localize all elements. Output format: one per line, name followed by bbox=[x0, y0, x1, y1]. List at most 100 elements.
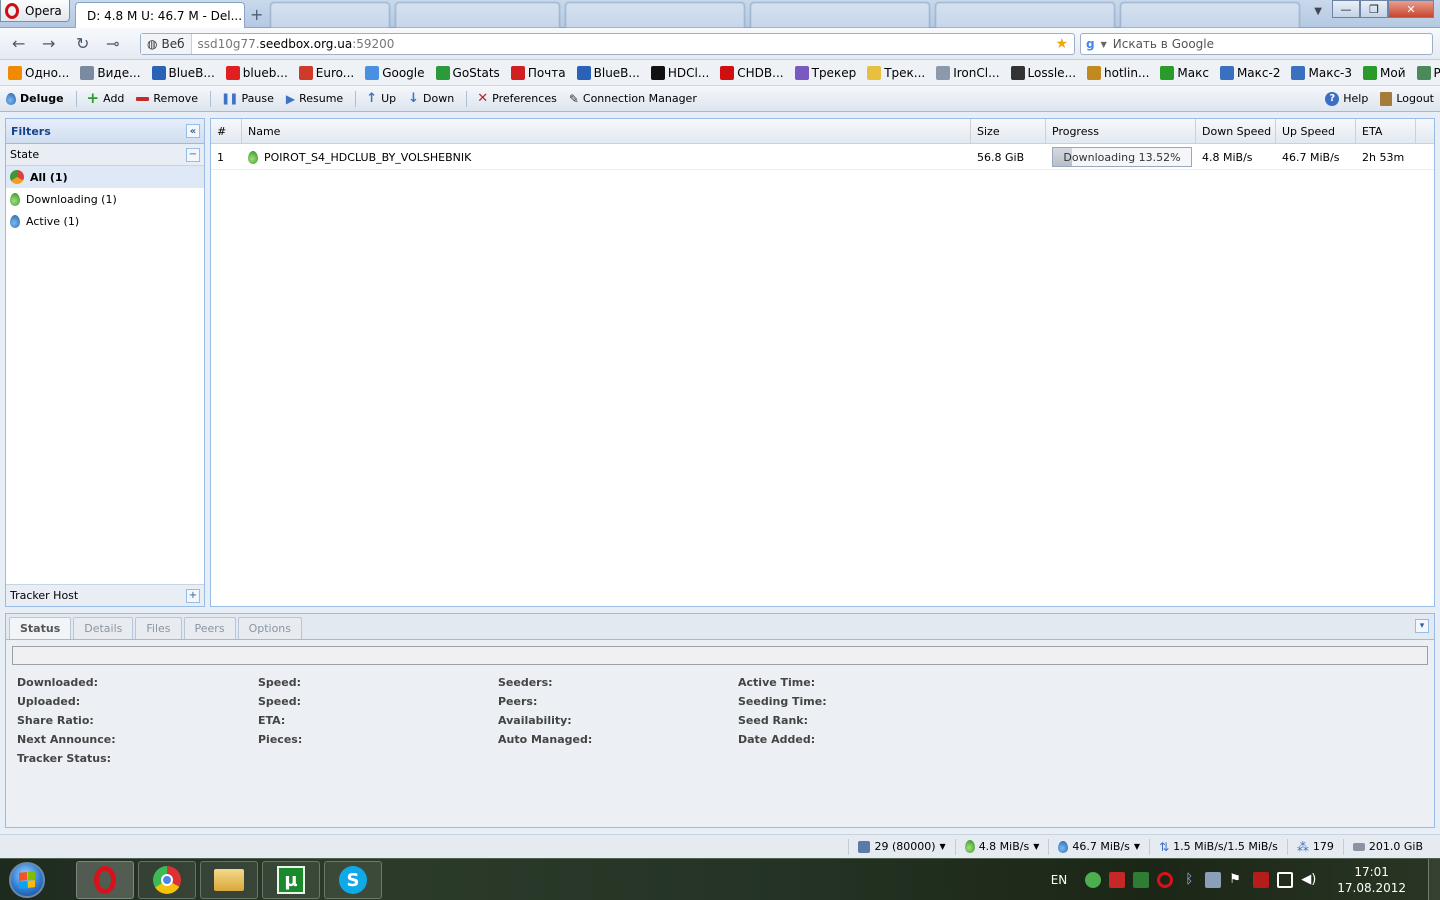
taskbar-chrome[interactable] bbox=[138, 861, 196, 899]
bookmark-item[interactable]: blueb... bbox=[225, 65, 288, 80]
bluetooth-icon[interactable]: ᛒ bbox=[1181, 872, 1197, 888]
tab-inactive[interactable] bbox=[750, 2, 930, 28]
tab-inactive[interactable] bbox=[565, 2, 745, 28]
tab-options[interactable]: Options bbox=[237, 617, 303, 639]
action-center-flag-icon[interactable]: ⚑ bbox=[1229, 872, 1245, 888]
pause-button[interactable]: ❚❚ Pause bbox=[221, 92, 274, 105]
tab-menu-chevron-icon[interactable]: ▼ bbox=[1314, 6, 1322, 17]
tab-inactive[interactable] bbox=[270, 2, 390, 28]
forward-arrow-icon[interactable]: → bbox=[42, 34, 55, 53]
tray-app-icon[interactable] bbox=[1085, 872, 1102, 888]
add-button[interactable]: + Add bbox=[87, 91, 125, 106]
connections-status[interactable]: 29 (80000) ▼ bbox=[848, 838, 954, 855]
opera-menu-button[interactable]: Opera bbox=[0, 0, 70, 22]
tab-inactive[interactable] bbox=[1120, 2, 1300, 28]
tray-app-icon[interactable] bbox=[1253, 872, 1270, 888]
state-filter-header[interactable]: State − bbox=[6, 144, 204, 166]
tab-status[interactable]: Status bbox=[9, 617, 72, 639]
queue-down-button[interactable]: ↓ Down bbox=[408, 91, 454, 106]
bookmark-item[interactable]: GoStats bbox=[435, 65, 500, 80]
column-header-index[interactable]: # bbox=[211, 119, 242, 144]
remove-button[interactable]: Remove bbox=[136, 92, 198, 105]
google-search-icon[interactable]: g bbox=[1086, 37, 1095, 51]
taskbar-explorer[interactable] bbox=[200, 861, 258, 899]
expand-tracker-icon[interactable]: + bbox=[186, 588, 200, 603]
tray-app-icon[interactable] bbox=[1133, 872, 1150, 888]
column-header-name[interactable]: Name bbox=[242, 119, 971, 144]
upload-speed-status[interactable]: 46.7 MiB/s ▼ bbox=[1048, 838, 1149, 855]
site-info-badge[interactable]: ◍ Веб bbox=[141, 34, 192, 54]
bookmark-item[interactable]: Макс bbox=[1160, 65, 1209, 80]
taskbar-opera[interactable] bbox=[76, 861, 134, 899]
new-tab-button[interactable]: + bbox=[250, 5, 263, 24]
restore-button[interactable]: ❐ bbox=[1360, 0, 1388, 18]
bookmark-item[interactable]: BlueB... bbox=[576, 65, 640, 80]
collapse-details-icon[interactable]: ▾ bbox=[1415, 619, 1429, 633]
network-tray-icon[interactable] bbox=[1277, 872, 1294, 888]
search-engine-chevron-icon[interactable]: ▼ bbox=[1101, 40, 1107, 49]
torrent-row[interactable]: 1 POIROT_S4_HDCLUB_BY_VOLSHEBNIK 56.8 Gi… bbox=[211, 144, 1434, 170]
state-filter-all[interactable]: All (1) bbox=[6, 166, 204, 188]
column-header-size[interactable]: Size bbox=[971, 119, 1046, 144]
bookmark-item[interactable]: Почта bbox=[510, 65, 566, 80]
bookmark-item[interactable]: Макс-2 bbox=[1219, 65, 1280, 80]
bookmark-item[interactable]: Мой bbox=[1363, 65, 1406, 80]
url-text[interactable]: ssd10g77.seedbox.org.ua:59200 bbox=[192, 37, 395, 51]
column-header-eta[interactable]: ETA bbox=[1356, 119, 1416, 144]
tab-inactive[interactable] bbox=[395, 2, 560, 28]
start-button[interactable] bbox=[3, 859, 51, 900]
bookmark-item[interactable]: Трек... bbox=[867, 65, 925, 80]
bookmark-item[interactable]: CHDB... bbox=[720, 65, 784, 80]
collapse-state-icon[interactable]: − bbox=[186, 147, 200, 162]
clock[interactable]: 17:01 17.08.2012 bbox=[1337, 864, 1406, 896]
bookmark-label: Почта bbox=[527, 65, 566, 80]
language-indicator[interactable]: EN bbox=[1051, 873, 1068, 887]
bookmark-item[interactable]: Pictur... bbox=[1416, 65, 1440, 80]
bookmark-item[interactable]: IronCl... bbox=[936, 65, 1000, 80]
show-desktop-button[interactable] bbox=[1428, 859, 1440, 900]
back-arrow-icon[interactable]: ← bbox=[12, 34, 25, 53]
column-header-progress[interactable]: Progress bbox=[1046, 119, 1196, 144]
column-header-up-speed[interactable]: Up Speed bbox=[1276, 119, 1356, 144]
taskbar-utorrent[interactable]: µ bbox=[262, 861, 320, 899]
help-button[interactable]: ? Help bbox=[1325, 91, 1368, 106]
bookmark-item[interactable]: hotlin... bbox=[1087, 65, 1149, 80]
bookmark-item[interactable]: BlueB... bbox=[151, 65, 215, 80]
tab-peers[interactable]: Peers bbox=[183, 617, 236, 639]
bookmark-item[interactable]: Трекер bbox=[794, 65, 856, 80]
key-icon[interactable]: ⊸ bbox=[106, 34, 119, 53]
collapse-sidebar-icon[interactable]: « bbox=[186, 124, 200, 138]
tab-details[interactable]: Details bbox=[73, 617, 134, 639]
bookmark-item[interactable]: Виде... bbox=[80, 65, 141, 80]
bookmark-item[interactable]: Макс-3 bbox=[1291, 65, 1352, 80]
state-filter-active[interactable]: Active (1) bbox=[6, 210, 204, 232]
bookmark-item[interactable]: HDCl... bbox=[650, 65, 709, 80]
logout-button[interactable]: Logout bbox=[1380, 91, 1434, 106]
bookmark-item[interactable]: Euro... bbox=[298, 65, 354, 80]
tab-deluge[interactable]: D: 4.8 M U: 46.7 M - Del... × bbox=[75, 2, 245, 28]
address-field[interactable]: ◍ Веб ssd10g77.seedbox.org.ua:59200 ★ bbox=[140, 33, 1075, 55]
tray-opera-icon[interactable] bbox=[1157, 872, 1174, 888]
tray-app-icon[interactable] bbox=[1109, 872, 1126, 888]
reload-icon[interactable]: ↻ bbox=[76, 34, 89, 53]
taskbar-skype[interactable]: S bbox=[324, 861, 382, 899]
tab-inactive[interactable] bbox=[935, 2, 1115, 28]
bookmark-star-icon[interactable]: ★ bbox=[1055, 36, 1068, 52]
minimize-button[interactable]: — bbox=[1332, 0, 1360, 18]
close-window-button[interactable]: ✕ bbox=[1388, 0, 1434, 18]
tracker-host-filter-header[interactable]: Tracker Host + bbox=[6, 584, 204, 606]
preferences-button[interactable]: ✕ Preferences bbox=[477, 91, 557, 106]
download-speed-status[interactable]: 4.8 MiB/s ▼ bbox=[954, 838, 1049, 855]
bookmark-item[interactable]: Lossle... bbox=[1010, 65, 1076, 80]
queue-up-button[interactable]: ↑ Up bbox=[366, 91, 396, 106]
bookmark-item[interactable]: Одно... bbox=[8, 65, 69, 80]
search-input[interactable]: g ▼ Искать в Google bbox=[1080, 33, 1433, 55]
state-filter-downloading[interactable]: Downloading (1) bbox=[6, 188, 204, 210]
column-header-down-speed[interactable]: Down Speed bbox=[1196, 119, 1276, 144]
resume-button[interactable]: ▶ Resume bbox=[286, 92, 343, 106]
tray-app-icon[interactable] bbox=[1205, 872, 1222, 888]
connection-manager-button[interactable]: ✎ Connection Manager bbox=[569, 92, 697, 106]
bookmark-item[interactable]: Google bbox=[365, 65, 425, 80]
tab-files[interactable]: Files bbox=[135, 617, 182, 639]
volume-icon[interactable]: ◀) bbox=[1301, 872, 1317, 888]
